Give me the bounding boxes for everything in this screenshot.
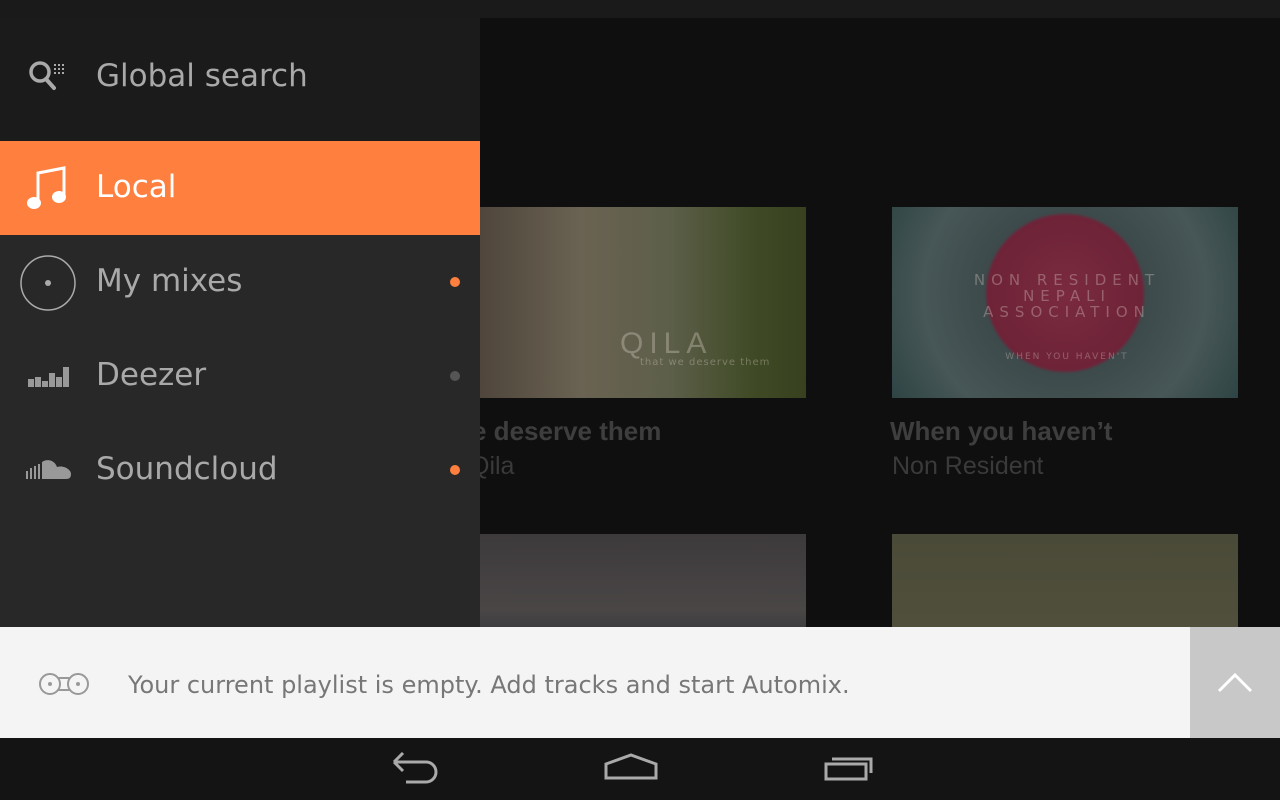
chevron-up-icon xyxy=(1217,672,1253,693)
album-art-subtext: that we deserve them xyxy=(640,357,771,368)
home-icon[interactable] xyxy=(604,752,658,782)
album-artist: Non Resident xyxy=(892,452,1044,480)
navigation-drawer: Global search Local My mixes Deezer Soun… xyxy=(0,18,480,627)
notification-dot xyxy=(450,371,460,381)
recent-apps-icon[interactable] xyxy=(824,752,876,782)
player-bar[interactable]: Your current playlist is empty. Add trac… xyxy=(0,627,1190,738)
album-art-subtext: WHEN YOU HAVEN'T xyxy=(1005,352,1129,362)
drawer-item-soundcloud[interactable]: Soundcloud xyxy=(0,423,480,517)
global-search-item[interactable]: Global search xyxy=(0,18,480,141)
empty-playlist-message: Your current playlist is empty. Add trac… xyxy=(128,671,850,699)
drawer-item-deezer[interactable]: Deezer xyxy=(0,329,480,423)
album-title[interactable]: When you haven’t xyxy=(890,416,1112,447)
album-title[interactable]: e deserve them xyxy=(472,416,661,447)
album-card[interactable] xyxy=(892,534,1238,627)
drawer-item-label: Local xyxy=(96,169,177,205)
album-card[interactable]: NON RESIDENT NEPALI ASSOCIATION WHEN YOU… xyxy=(892,207,1238,398)
drawer-item-my-mixes[interactable]: My mixes xyxy=(0,235,480,329)
album-art-text: NON RESIDENT NEPALI ASSOCIATION xyxy=(973,271,1161,321)
deezer-icon xyxy=(28,367,69,387)
system-navigation-bar xyxy=(0,738,1280,800)
music-note-icon xyxy=(27,166,66,209)
back-icon[interactable] xyxy=(390,752,440,786)
album-art-text: QILA xyxy=(620,327,713,360)
global-search-label: Global search xyxy=(96,58,308,94)
album-card[interactable]: QILA that we deserve them xyxy=(460,207,806,398)
album-card[interactable] xyxy=(460,534,806,627)
drawer-item-label: Deezer xyxy=(96,357,207,393)
expand-player-button[interactable] xyxy=(1190,627,1280,738)
drawer-item-label: My mixes xyxy=(96,263,243,299)
vinyl-icon xyxy=(20,255,76,311)
status-bar xyxy=(0,0,1280,18)
automix-icon xyxy=(39,673,89,695)
notification-dot xyxy=(450,465,460,475)
drawer-item-label: Soundcloud xyxy=(96,451,278,487)
soundcloud-icon xyxy=(26,460,71,479)
search-icon xyxy=(29,61,64,90)
drawer-item-local[interactable]: Local xyxy=(0,141,480,235)
notification-dot xyxy=(450,277,460,287)
